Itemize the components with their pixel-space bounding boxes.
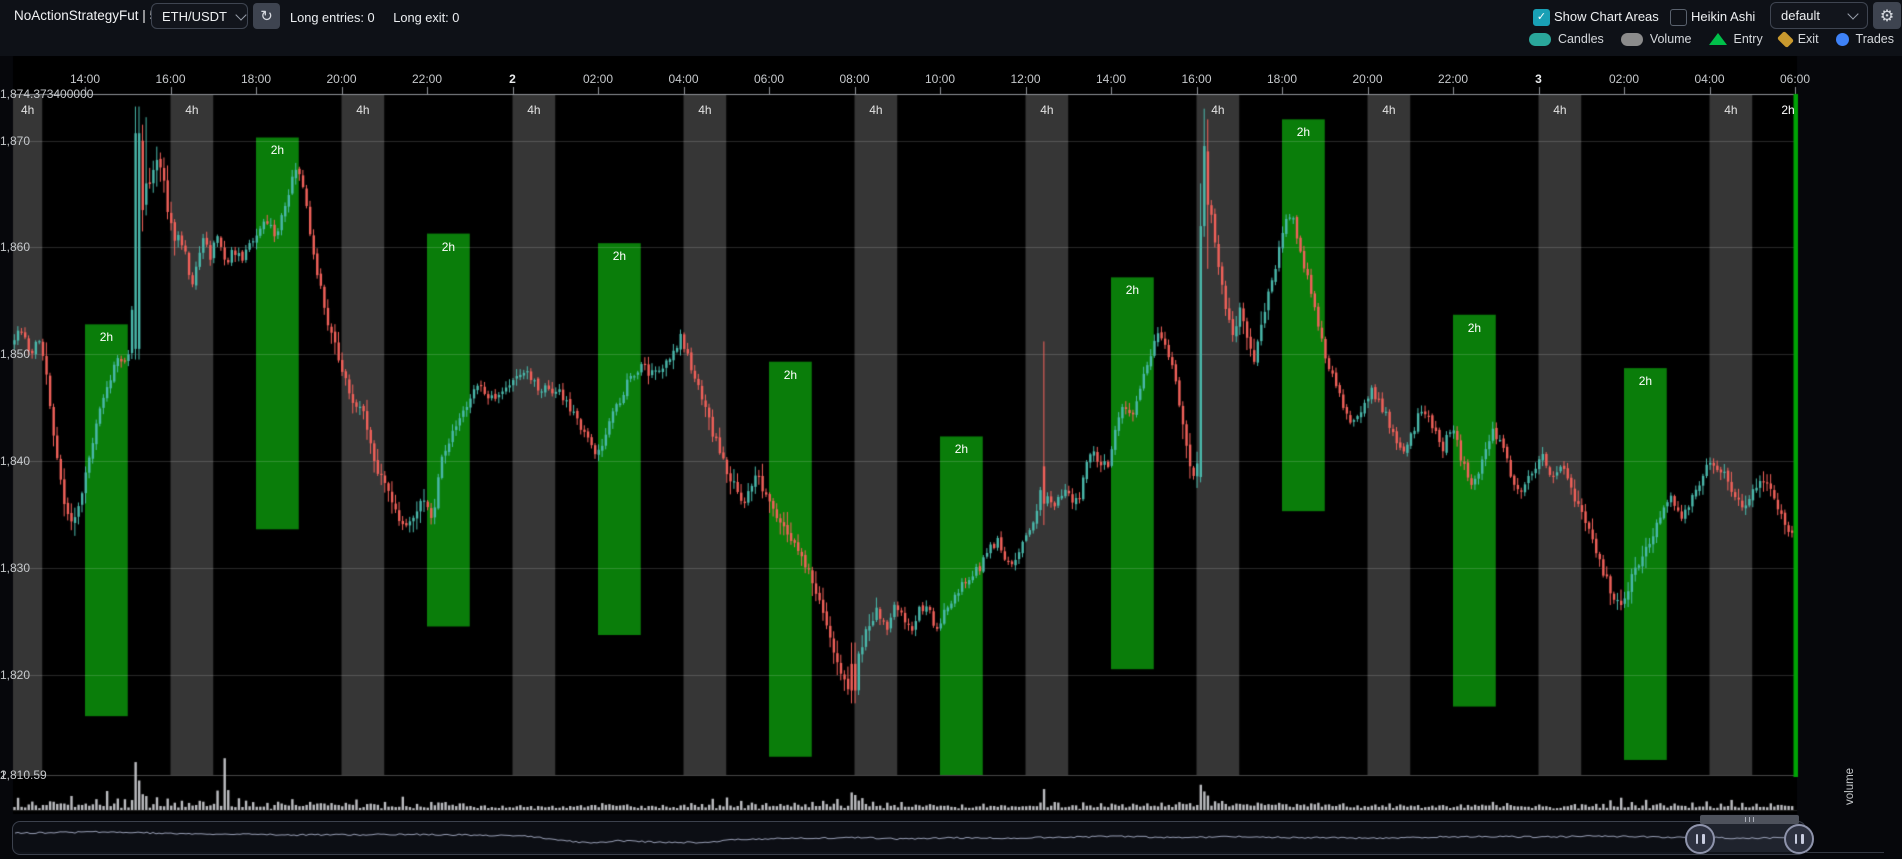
range-slider-grip[interactable] (1700, 815, 1799, 824)
area-4h-label: 4h (356, 103, 369, 117)
y-axis-tick-label: 1,830 (0, 561, 30, 575)
x-axis-tick-label: 14:00 (70, 72, 100, 86)
legend-label: Volume (1650, 32, 1692, 46)
legend-item-trades[interactable]: Trades (1836, 32, 1894, 46)
refresh-icon: ↻ (260, 7, 273, 25)
pair-select-value: ETH/USDT (162, 9, 227, 24)
y-axis-tick-label: 1,820 (0, 668, 30, 682)
range-slider-axis-line (1806, 852, 1884, 853)
legend-label: Entry (1734, 32, 1763, 46)
y-axis-bottom-label-suffix: 2 (0, 768, 7, 782)
x-axis-tick-label: 08:00 (839, 72, 869, 86)
legend-label: Trades (1856, 32, 1894, 46)
y-axis-tick-label: 1,850 (0, 347, 30, 361)
y-axis-bottom-label: 1,810.59 (0, 768, 47, 782)
show-chart-areas-checkbox[interactable]: ✓ (1533, 9, 1550, 26)
x-axis-tick-label: 12:00 (1010, 72, 1040, 86)
refresh-button[interactable]: ↻ (253, 3, 280, 29)
area-2h-label: 2h (1468, 321, 1481, 335)
x-axis-tick-label: 18:00 (1267, 72, 1297, 86)
area-4h-label: 4h (1211, 103, 1224, 117)
area-4h-label: 4h (527, 103, 540, 117)
entry-swatch-icon (1709, 33, 1727, 45)
show-chart-areas-label: Show Chart Areas (1554, 9, 1659, 24)
strategy-title: NoActionStrategyFut | 5m (14, 8, 168, 23)
trade-stats: Long entries: 0 Long exit: 0 (290, 10, 459, 25)
x-axis-tick-label: 22:00 (412, 72, 442, 86)
volume-axis-label: volume (1844, 741, 1856, 805)
area-2h-label: 2h (784, 368, 797, 382)
pair-select[interactable]: ETH/USDT (151, 3, 248, 29)
x-axis-tick-label: 16:00 (155, 72, 185, 86)
x-axis-tick-label: 22:00 (1438, 72, 1468, 86)
heikin-ashi-label: Heikin Ashi (1691, 9, 1755, 24)
area-2h-label: 2h (1126, 283, 1139, 297)
exit-swatch-icon (1777, 30, 1794, 47)
volume-swatch-icon (1621, 33, 1643, 46)
long-entries-stat: Long entries: 0 (290, 10, 375, 25)
legend-item-volume[interactable]: Volume (1621, 32, 1692, 46)
x-axis-tick-label: 16:00 (1181, 72, 1211, 86)
area-2h-label: 2h (1781, 103, 1794, 117)
area-4h-label: 4h (1724, 103, 1737, 117)
plot-config-select[interactable]: default (1770, 2, 1868, 29)
legend-label: Candles (1558, 32, 1604, 46)
range-slider[interactable] (12, 821, 1806, 855)
heikin-ashi-checkbox[interactable]: ✓ (1670, 9, 1687, 26)
area-4h-label: 4h (21, 103, 34, 117)
plot-config-value: default (1781, 8, 1820, 23)
x-axis-tick-label: 14:00 (1096, 72, 1126, 86)
x-axis-tick-label: 06:00 (754, 72, 784, 86)
chart-legend: Candles Volume Entry Exit Trades (1529, 32, 1894, 46)
area-2h-label: 2h (1639, 374, 1652, 388)
y-axis-tick-label: 1,860 (0, 240, 30, 254)
plot-settings-button[interactable]: ⚙ (1873, 2, 1901, 29)
top-bar: NoActionStrategyFut | 5m ETH/USDT ↻ Long… (0, 0, 1902, 56)
area-4h-label: 4h (1382, 103, 1395, 117)
gear-icon: ⚙ (1880, 6, 1894, 26)
area-2h-label: 2h (613, 249, 626, 263)
area-4h-label: 4h (869, 103, 882, 117)
x-axis-tick-label: 04:00 (1694, 72, 1724, 86)
range-slider-left-handle[interactable] (1685, 824, 1715, 854)
chevron-down-icon (1847, 8, 1858, 19)
y-axis-top-label: 1,874.373400000 (0, 87, 93, 101)
x-axis-tick-label: 20:00 (326, 72, 356, 86)
legend-item-candles[interactable]: Candles (1529, 32, 1604, 46)
legend-item-entry[interactable]: Entry (1709, 32, 1763, 46)
area-2h-label: 2h (1297, 125, 1310, 139)
range-slider-right-handle[interactable] (1784, 824, 1814, 854)
x-axis-tick-label: 02:00 (1609, 72, 1639, 86)
area-4h-label: 4h (1553, 103, 1566, 117)
x-axis-tick-label: 04:00 (668, 72, 698, 86)
legend-item-exit[interactable]: Exit (1780, 32, 1819, 46)
area-2h-label: 2h (955, 442, 968, 456)
x-axis-tick-label: 10:00 (925, 72, 955, 86)
range-slider-minimap[interactable] (13, 822, 1803, 852)
area-2h-label: 2h (442, 240, 455, 254)
price-chart-canvas[interactable] (0, 0, 1902, 859)
x-axis-tick-label: 06:00 (1780, 72, 1810, 86)
legend-label: Exit (1798, 32, 1819, 46)
long-exit-stat: Long exit: 0 (393, 10, 459, 25)
candles-swatch-icon (1529, 33, 1551, 46)
area-2h-label: 2h (100, 330, 113, 344)
trades-swatch-icon (1836, 33, 1849, 46)
x-axis-tick-label: 20:00 (1352, 72, 1382, 86)
area-2h-label: 2h (271, 143, 284, 157)
area-4h-label: 4h (185, 103, 198, 117)
y-axis-tick-label: 1,840 (0, 454, 30, 468)
chevron-down-icon (235, 9, 246, 20)
area-4h-label: 4h (1040, 103, 1053, 117)
x-axis-tick-label: 02:00 (583, 72, 613, 86)
x-axis-tick-label: 3 (1535, 72, 1542, 86)
y-axis-tick-label: 1,870 (0, 134, 30, 148)
area-4h-label: 4h (698, 103, 711, 117)
x-axis-tick-label: 2 (509, 72, 516, 86)
x-axis-tick-label: 18:00 (241, 72, 271, 86)
